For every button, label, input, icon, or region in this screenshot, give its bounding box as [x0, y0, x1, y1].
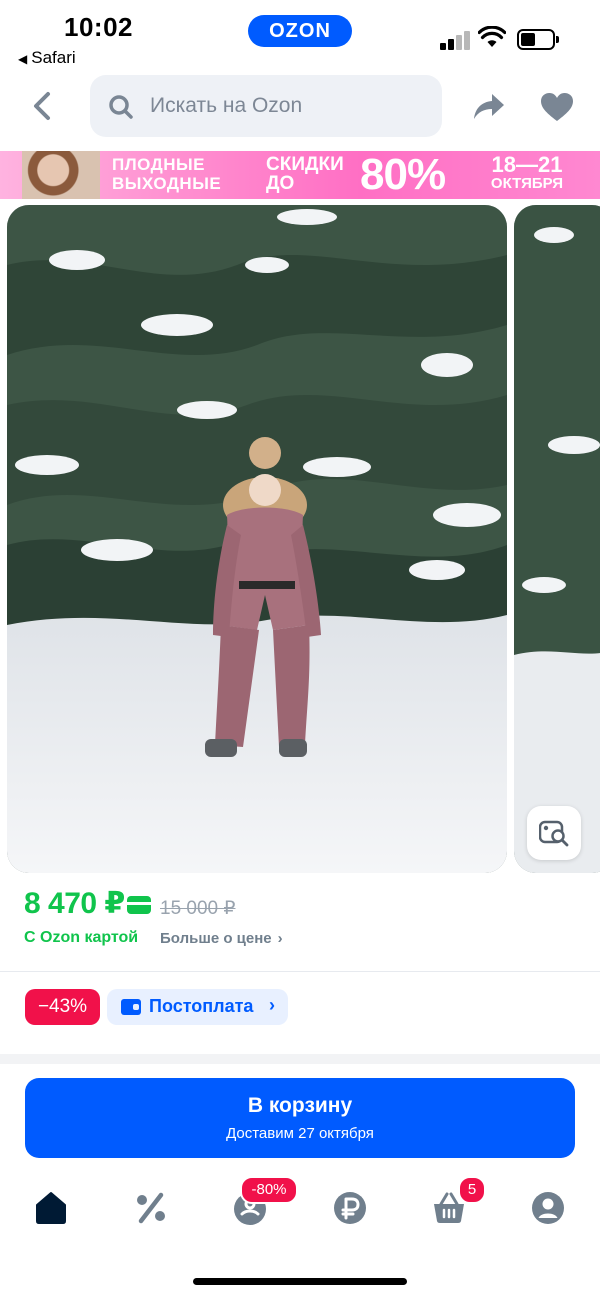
- back-triangle-icon: ◀: [18, 52, 28, 66]
- delivery-date: Доставим 27 октября: [226, 1125, 374, 1142]
- profile-icon[interactable]: [530, 1190, 566, 1226]
- product-photo[interactable]: [7, 205, 507, 873]
- home-icon[interactable]: [33, 1190, 69, 1226]
- chevron-right-icon: ›: [269, 995, 275, 1015]
- divider: [0, 971, 600, 972]
- visual-search-button[interactable]: [527, 806, 581, 860]
- clock: 10:02: [64, 12, 133, 42]
- cart-count-badge: 5: [458, 1176, 486, 1204]
- back-arrow-icon[interactable]: [28, 90, 58, 122]
- search-bar[interactable]: [90, 75, 442, 137]
- status-bar: 10:02 ◀ Safari OZON: [0, 0, 600, 72]
- search-input[interactable]: [150, 91, 430, 121]
- favorite-heart-icon[interactable]: [540, 92, 574, 122]
- add-to-cart-label: В корзину: [247, 1094, 353, 1117]
- banner-dates: 18—21 ОКТЯБРЯ: [482, 154, 572, 192]
- wallet-icon: [121, 999, 141, 1015]
- section-separator: [0, 1054, 600, 1064]
- cellular-signal-icon: [440, 30, 470, 50]
- banner-title: ПЛОДНЫЕ ВЫХОДНЫЕ: [112, 155, 222, 193]
- home-indicator: [193, 1278, 407, 1285]
- banner-model-photo: [22, 151, 100, 199]
- fresh-discount-badge: -80%: [240, 1176, 298, 1204]
- ruble-icon[interactable]: [332, 1190, 368, 1226]
- next-photo-illustration: [514, 205, 600, 873]
- wifi-icon: [478, 26, 506, 47]
- next-product-photo[interactable]: [514, 205, 600, 873]
- banner-percent: 80%: [360, 151, 446, 199]
- product-photo-illustration: [7, 205, 507, 873]
- more-about-price-label: Больше о цене: [160, 930, 272, 947]
- more-about-price-link[interactable]: Больше о цене ›: [160, 930, 283, 947]
- battery-icon: [517, 29, 559, 50]
- price-with-card-label: С Ozon картой: [24, 929, 139, 946]
- search-icon: [109, 95, 133, 119]
- promo-banner[interactable]: ПЛОДНЫЕ ВЫХОДНЫЕ СКИДКИ ДО 80% 18—21 ОКТЯ…: [0, 151, 600, 199]
- back-app-label: Safari: [31, 48, 76, 67]
- price-current: 8 470 ₽: [24, 887, 125, 920]
- banner-date-range: 18—21: [491, 152, 563, 177]
- price-old: 15 000 ₽: [160, 898, 236, 919]
- banner-subtitle: СКИДКИ ДО: [266, 154, 344, 194]
- add-to-cart-button[interactable]: В корзину Доставим 27 октября: [25, 1078, 575, 1158]
- ozon-card-icon: [127, 896, 151, 914]
- back-to-app[interactable]: ◀ Safari: [18, 48, 76, 68]
- postpay-badge[interactable]: Постоплата ›: [107, 989, 288, 1025]
- banner-month: ОКТЯБРЯ: [490, 175, 564, 192]
- chevron-right-icon: ›: [277, 930, 283, 947]
- discount-badge: −43%: [25, 989, 100, 1025]
- postpay-label: Постоплата: [149, 996, 254, 1016]
- image-search-icon: [539, 820, 569, 847]
- share-icon[interactable]: [472, 90, 506, 122]
- percent-icon[interactable]: [133, 1190, 169, 1226]
- brand-logo: OZON: [248, 15, 352, 47]
